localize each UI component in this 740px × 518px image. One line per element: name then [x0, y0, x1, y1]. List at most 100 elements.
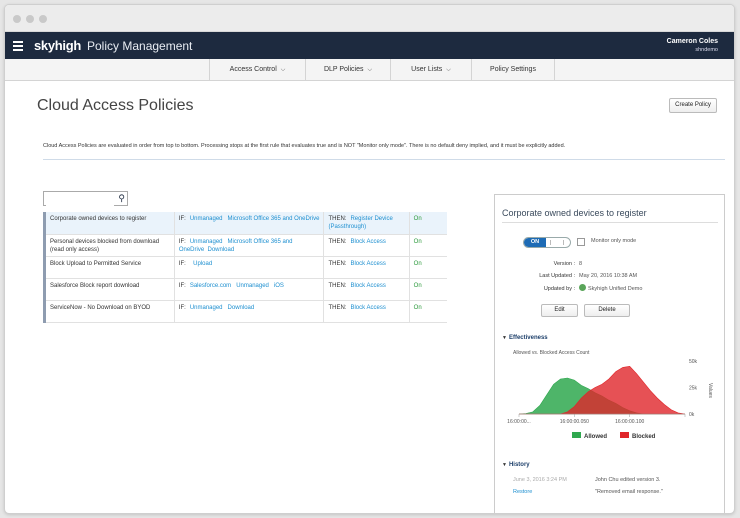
- brand-logo[interactable]: skyhigh: [34, 38, 81, 53]
- policy-action: THEN: Block Access: [323, 278, 410, 301]
- then-label: THEN:: [328, 304, 347, 311]
- action-link[interactable]: Block Access: [350, 283, 385, 289]
- chevron-down-icon: ⌵: [446, 67, 451, 73]
- then-label: THEN:: [328, 238, 347, 245]
- create-policy-button[interactable]: Create Policy: [669, 98, 717, 113]
- x-tick-label: 16:00:00...: [507, 419, 531, 425]
- condition-link[interactable]: Microsoft Office 365 and OneDrive: [228, 216, 320, 222]
- edit-button[interactable]: Edit: [541, 304, 578, 317]
- monitor-only-checkbox[interactable]: [577, 238, 585, 246]
- updated-value: May 20, 2016 10:38 AM: [579, 273, 638, 279]
- tab-dlp-policies[interactable]: DLP Policies ⌵: [305, 59, 390, 81]
- effectiveness-chart: 50k 25k 0k 16:00:00... 16:00:00.050 16:00:00…: [507, 359, 713, 440]
- policy-status: On: [408, 212, 447, 235]
- policy-conditions: IF: Unmanaged Microsoft Office 365 and On…: [173, 234, 324, 257]
- policy-status: On: [408, 256, 447, 279]
- updated-by-name: Skyhigh Unified Demo: [588, 286, 643, 292]
- delete-button[interactable]: Delete: [584, 304, 630, 317]
- policy-conditions: IF: Upload: [173, 256, 324, 279]
- x-tick-label: 16:00:00.050: [560, 419, 589, 425]
- updated-by-value: Skyhigh Unified Demo: [579, 283, 642, 295]
- legend-swatch-blocked: [620, 432, 629, 438]
- effectiveness-header[interactable]: ▼ Effectiveness: [502, 335, 548, 341]
- policy-action: THEN: Block Access: [323, 300, 410, 323]
- condition-link[interactable]: Download: [208, 247, 235, 253]
- tab-label: DLP Policies: [323, 66, 364, 73]
- table-row[interactable]: Block Upload to Permitted Service IF: Up…: [43, 256, 447, 279]
- history-header[interactable]: ▼ History: [502, 462, 530, 468]
- policy-detail-panel: Corporate owned devices to register ON M…: [494, 194, 725, 513]
- avatar-icon: [579, 284, 586, 291]
- tab-user-lists[interactable]: User Lists ⌵: [390, 59, 471, 81]
- legend-label-allowed: Allowed: [584, 434, 607, 440]
- window-minimize-dot[interactable]: [26, 15, 34, 23]
- policy-action: THEN: Register Device (Passthrough): [323, 212, 410, 235]
- policy-conditions: IF: Unmanaged Microsoft Office 365 and On…: [173, 212, 324, 235]
- condition-link[interactable]: Unmanaged: [236, 283, 269, 289]
- action-link[interactable]: Block Access: [350, 305, 385, 311]
- toggle-knob-icon: [550, 240, 564, 245]
- app-title: Policy Management: [87, 39, 193, 53]
- policy-name: Corporate owned devices to register: [43, 212, 175, 235]
- tab-label: Policy Settings: [490, 66, 536, 73]
- condition-link[interactable]: Download: [228, 305, 255, 311]
- search-icon[interactable]: ⚲: [118, 193, 125, 204]
- window-chrome: [5, 5, 734, 32]
- legend-label-blocked: Blocked: [632, 434, 656, 440]
- table-row[interactable]: ServiceNow - No Download on BYOD IF: Unma…: [43, 300, 447, 323]
- condition-link[interactable]: Salesforce.com: [190, 283, 231, 289]
- condition-link[interactable]: iOS: [274, 283, 284, 289]
- menu-icon[interactable]: [13, 41, 23, 53]
- page-description: Cloud Access Policies are evaluated in o…: [43, 143, 566, 149]
- search-input[interactable]: [46, 198, 114, 210]
- history-note: "Removed email response.": [595, 489, 663, 495]
- condition-link[interactable]: Unmanaged: [190, 305, 223, 311]
- tab-access-control[interactable]: Access Control ⌵: [209, 59, 305, 81]
- collapse-triangle-icon: ▼: [502, 462, 507, 468]
- y-axis-label: Values: [707, 383, 713, 398]
- page-title: Cloud Access Policies: [37, 97, 194, 114]
- user-menu[interactable]: Cameron Coles shndemo: [667, 38, 718, 54]
- window-zoom-dot[interactable]: [39, 15, 47, 23]
- effectiveness-label: Effectiveness: [508, 335, 548, 341]
- user-id: shndemo: [695, 47, 718, 53]
- policy-name: ServiceNow - No Download on BYOD: [43, 300, 175, 323]
- window-close-dot[interactable]: [13, 15, 21, 23]
- condition-link[interactable]: Unmanaged: [190, 216, 223, 222]
- policy-name: Salesforce Block report download: [43, 278, 175, 301]
- nav-tabs: Access Control ⌵ DLP Policies ⌵ User Lists…: [5, 59, 734, 81]
- history-restore-link[interactable]: Restore: [513, 489, 532, 495]
- then-label: THEN:: [328, 260, 347, 267]
- browser-window: skyhigh Policy Management Cameron Coles …: [4, 4, 735, 514]
- policy-metadata: Version : 8 Last Updated : May 20, 2016 …: [495, 258, 715, 298]
- condition-link[interactable]: Upload: [193, 261, 212, 267]
- table-row[interactable]: Corporate owned devices to register IF: U…: [43, 212, 447, 235]
- monitor-only-label: Monitor only mode: [591, 238, 637, 244]
- policy-status: On: [408, 300, 447, 323]
- user-name: Cameron Coles: [666, 38, 718, 45]
- then-label: THEN:: [328, 282, 347, 289]
- app-header: skyhigh Policy Management Cameron Coles …: [5, 32, 734, 59]
- table-row[interactable]: Personal devices blocked from download (…: [43, 234, 447, 257]
- table-row[interactable]: Salesforce Block report download IF: Sale…: [43, 278, 447, 301]
- tab-policy-settings[interactable]: Policy Settings: [471, 59, 555, 81]
- policy-conditions: IF: Unmanaged Download: [173, 300, 324, 323]
- chevron-down-icon: ⌵: [367, 67, 373, 73]
- if-label: IF:: [178, 282, 186, 289]
- if-label: IF:: [178, 304, 186, 311]
- tab-label: Access Control: [229, 66, 277, 73]
- y-tick-label: 50k: [689, 359, 698, 365]
- policy-status: On: [408, 234, 447, 257]
- if-label: IF:: [178, 216, 186, 222]
- tab-label: User Lists: [411, 66, 443, 73]
- policy-name: Block Upload to Permitted Service: [43, 256, 175, 279]
- action-link[interactable]: Block Access: [350, 261, 385, 267]
- toggle-on-label: ON: [524, 238, 546, 247]
- legend-swatch-allowed: [572, 432, 581, 438]
- on-off-toggle[interactable]: ON: [523, 237, 571, 248]
- action-link[interactable]: Block Access: [350, 239, 385, 245]
- policy-action: THEN: Block Access: [323, 234, 410, 257]
- history-text: John Chu edited version 3.: [595, 477, 661, 483]
- collapse-triangle-icon: ▼: [502, 335, 507, 341]
- condition-link[interactable]: Unmanaged: [190, 239, 223, 245]
